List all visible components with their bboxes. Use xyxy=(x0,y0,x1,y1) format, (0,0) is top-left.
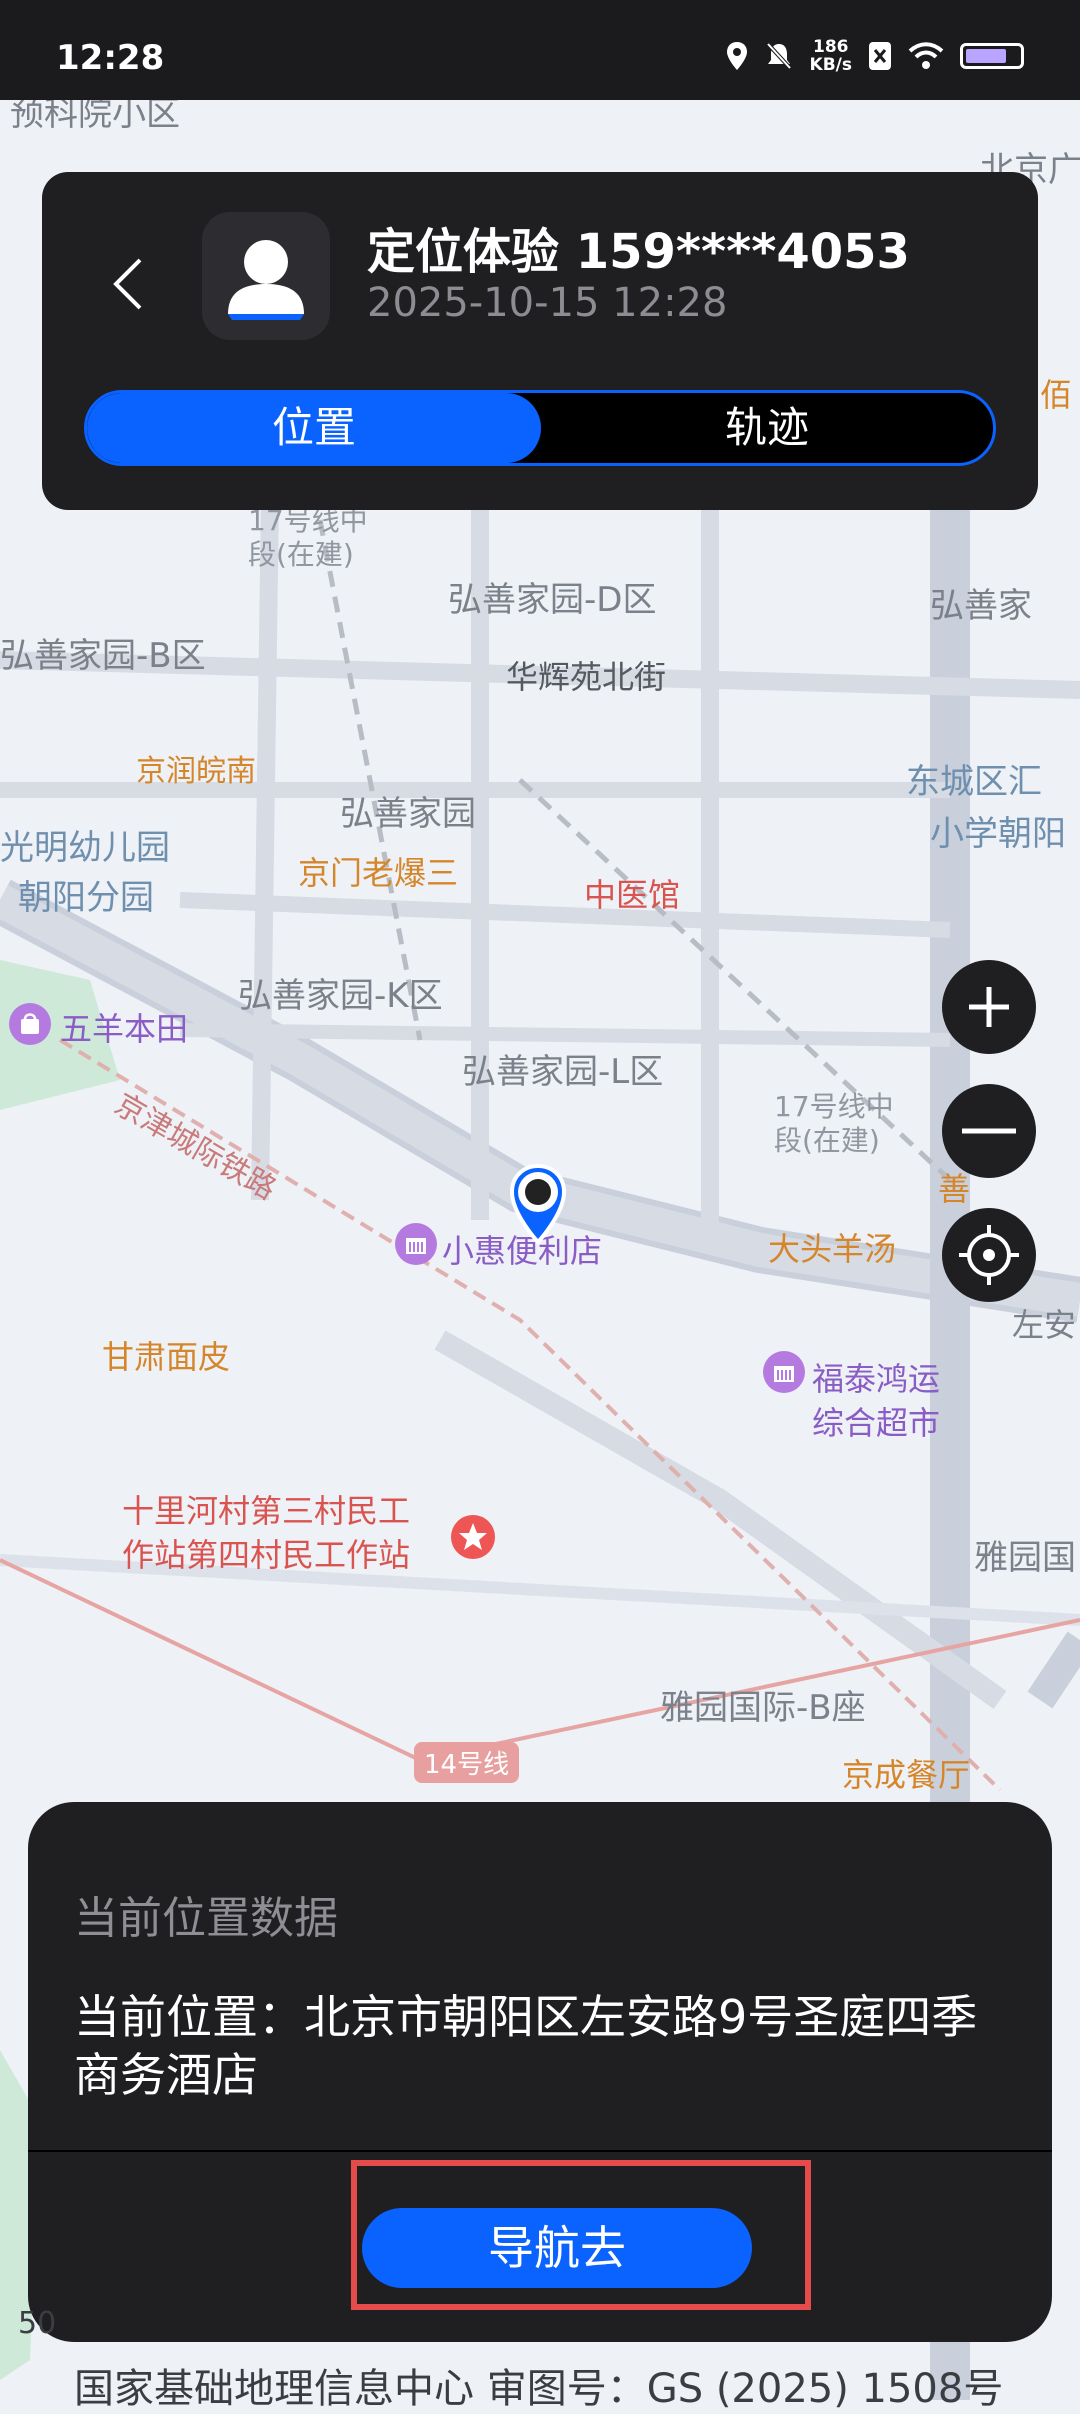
map-label: 弘善家园-L区 xyxy=(462,1052,664,1092)
map-label: 雅园国际-B座 xyxy=(660,1688,866,1728)
tab-location[interactable]: 位置 xyxy=(87,393,541,463)
location-icon xyxy=(726,42,747,70)
status-time: 12:28 xyxy=(56,38,165,78)
map-label: 京润皖南 xyxy=(136,754,256,789)
divider xyxy=(28,2150,1052,2152)
tab-track[interactable]: 轨迹 xyxy=(541,393,993,463)
avatar xyxy=(202,212,330,340)
map-label: 佰 xyxy=(1040,376,1073,414)
shopping-bag-icon[interactable] xyxy=(8,1002,52,1046)
minus-icon xyxy=(962,1128,1016,1134)
zoom-out-button[interactable] xyxy=(942,1084,1036,1178)
view-mode-tabs: 位置 轨迹 xyxy=(84,390,996,466)
government-star-icon[interactable] xyxy=(450,1514,496,1560)
contact-header-card: 定位体验 159****4053 2025-10-15 12:28 位置 轨迹 xyxy=(42,172,1038,510)
map-label: 十里河村第三村民工 xyxy=(122,1492,411,1530)
map-label: 中医馆 xyxy=(584,876,681,914)
current-address: 当前位置：北京市朝阳区左安路9号圣庭四季商务酒店 xyxy=(74,1990,978,2102)
store-icon[interactable] xyxy=(394,1222,438,1266)
map-label: 综合超市 xyxy=(812,1404,941,1442)
map-label: 小学朝阳 xyxy=(930,814,1066,854)
map-label: 甘肃面皮 xyxy=(102,1338,231,1376)
map-label: 京门老爆三 xyxy=(298,854,459,892)
map-label: 雅园国 xyxy=(974,1538,1076,1578)
mute-icon xyxy=(766,42,792,70)
map-label: 光明幼儿园 xyxy=(0,828,170,868)
navigate-button[interactable]: 导航去 xyxy=(362,2208,752,2288)
back-arrow-icon[interactable] xyxy=(104,254,154,314)
info-card-title: 当前位置数据 xyxy=(74,1893,338,1944)
location-marker-icon[interactable] xyxy=(506,1162,570,1246)
zoom-in-button[interactable] xyxy=(942,960,1036,1054)
map-label: 左安 xyxy=(1012,1306,1077,1344)
map-label: 东城区汇 xyxy=(906,762,1042,802)
crosshair-icon xyxy=(959,1225,1019,1285)
map-label: 弘善家园-K区 xyxy=(238,976,443,1016)
user-avatar-icon xyxy=(228,240,304,320)
map-label: 作站第四村民工作站 xyxy=(122,1536,411,1574)
map-scale: 50 xyxy=(18,2306,57,2341)
map-label: 福泰鸿运 xyxy=(812,1360,941,1398)
map-label: 大头羊汤 xyxy=(768,1230,897,1268)
locate-me-button[interactable] xyxy=(942,1208,1036,1302)
wifi-icon xyxy=(908,42,944,69)
map-label: 京成餐厅 xyxy=(842,1756,971,1794)
map-label: 朝阳分园 xyxy=(18,878,154,918)
map-label: 17号线中 段(在建) xyxy=(774,1090,894,1157)
network-speed: 186 KB/s xyxy=(809,37,852,75)
map-attribution: 国家基础地理信息中心 审图号：GS (2025) 1508号 xyxy=(74,2366,1004,2412)
sim-x-icon xyxy=(869,42,891,70)
plus-icon xyxy=(969,987,1009,1027)
map-label: 弘善家 xyxy=(930,586,1032,626)
status-bar: 12:28 186 KB/s xyxy=(0,0,1080,100)
map-label: 五羊本田 xyxy=(60,1010,189,1048)
metro-line-badge: 14号线 xyxy=(414,1742,520,1783)
battery-icon xyxy=(960,43,1024,69)
location-timestamp: 2025-10-15 12:28 xyxy=(367,280,728,326)
status-icons: 186 KB/s xyxy=(726,36,1024,76)
map-label: 弘善家园-D区 xyxy=(448,580,657,620)
map-label: 华辉苑北街 xyxy=(506,658,667,696)
contact-title: 定位体验 159****4053 xyxy=(367,224,910,280)
map-label: 弘善家园-B区 xyxy=(0,636,206,676)
map-label: 弘善家园 xyxy=(340,794,476,834)
map-label: 预科院小区 xyxy=(10,100,180,134)
supermarket-icon[interactable] xyxy=(762,1350,806,1394)
map-label: 17号线中 段(在建) xyxy=(248,504,368,571)
location-info-card: 当前位置数据 当前位置：北京市朝阳区左安路9号圣庭四季商务酒店 导航去 xyxy=(28,1802,1052,2342)
